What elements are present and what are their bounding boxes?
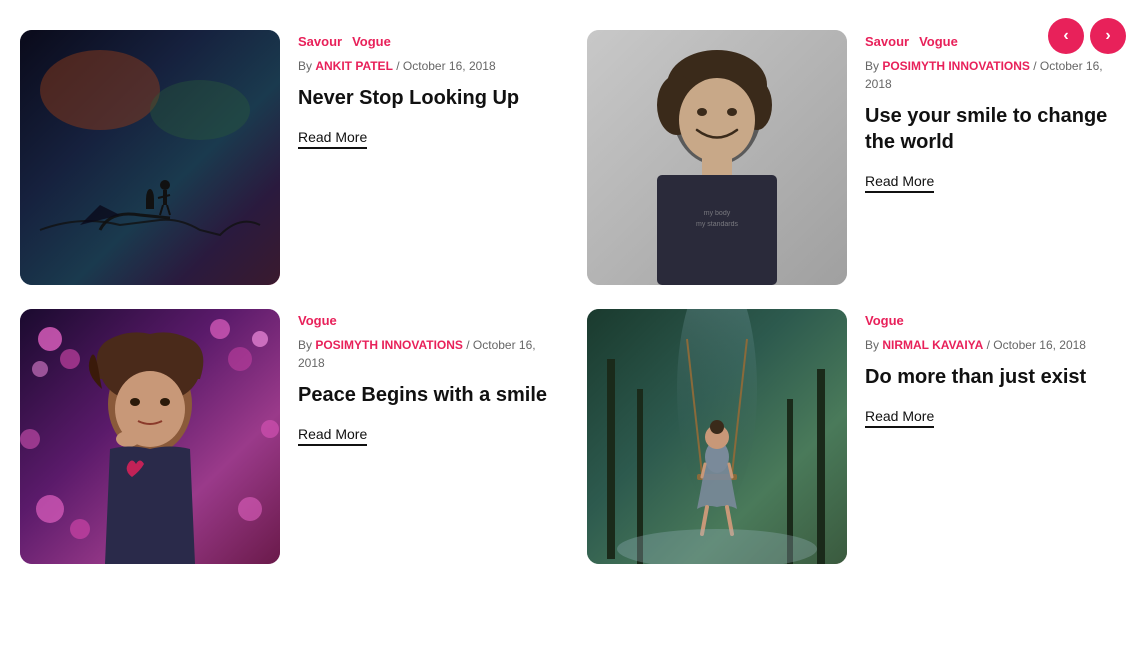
card-4-image-placeholder xyxy=(587,309,847,564)
svg-text:my standards: my standards xyxy=(696,221,739,228)
card-3-tags: Vogue xyxy=(298,313,547,328)
card-4-author: NIRMAL KAVAIYA xyxy=(882,338,983,352)
nav-buttons: ‹ › xyxy=(1048,18,1126,54)
card-2-tag-1[interactable]: Savour xyxy=(865,34,909,49)
card-2-read-more[interactable]: Read More xyxy=(865,173,934,193)
card-3-meta: By POSIMYTH INNOVATIONS / October 16, 20… xyxy=(298,336,547,372)
card-2-content: Savour Vogue By POSIMYTH INNOVATIONS / O… xyxy=(865,30,1114,193)
page-wrapper: ‹ › xyxy=(0,0,1144,661)
card-2-title: Use your smile to change the world xyxy=(865,103,1114,155)
card-3-image-placeholder xyxy=(20,309,280,564)
card-3-read-more[interactable]: Read More xyxy=(298,426,367,446)
card-3-author: POSIMYTH INNOVATIONS xyxy=(315,338,463,352)
card-3-title: Peace Begins with a smile xyxy=(298,382,547,408)
card-3-image xyxy=(20,309,280,564)
card-4-title: Do more than just exist xyxy=(865,364,1114,390)
card-4-content: Vogue By NIRMAL KAVAIYA / October 16, 20… xyxy=(865,309,1114,428)
card-1-tag-2[interactable]: Vogue xyxy=(352,34,391,49)
cards-grid: Savour Vogue By ANKIT PATEL / October 16… xyxy=(20,30,1114,564)
prev-button[interactable]: ‹ xyxy=(1048,18,1084,54)
card-4-tags: Vogue xyxy=(865,313,1114,328)
card-2-tag-2[interactable]: Vogue xyxy=(919,34,958,49)
svg-text:my body: my body xyxy=(704,210,731,217)
card-2: my body my standards Savour Vogue By POS… xyxy=(587,30,1114,285)
card-4-tag-1[interactable]: Vogue xyxy=(865,313,904,328)
card-1-tags: Savour Vogue xyxy=(298,34,547,49)
card-2-image: my body my standards xyxy=(587,30,847,285)
next-button[interactable]: › xyxy=(1090,18,1126,54)
card-4-meta: By NIRMAL KAVAIYA / October 16, 2018 xyxy=(865,336,1114,354)
card-4: Vogue By NIRMAL KAVAIYA / October 16, 20… xyxy=(587,309,1114,564)
card-1-image xyxy=(20,30,280,285)
card-4-image xyxy=(587,309,847,564)
card-3-tag-1[interactable]: Vogue xyxy=(298,313,337,328)
card-1-meta: By ANKIT PATEL / October 16, 2018 xyxy=(298,57,547,75)
card-1-content: Savour Vogue By ANKIT PATEL / October 16… xyxy=(298,30,547,149)
card-2-author: POSIMYTH INNOVATIONS xyxy=(882,59,1030,73)
card-1-title: Never Stop Looking Up xyxy=(298,85,547,111)
card-1: Savour Vogue By ANKIT PATEL / October 16… xyxy=(20,30,547,285)
card-1-tag-1[interactable]: Savour xyxy=(298,34,342,49)
card-3: Vogue By POSIMYTH INNOVATIONS / October … xyxy=(20,309,547,564)
card-3-content: Vogue By POSIMYTH INNOVATIONS / October … xyxy=(298,309,547,446)
card-4-read-more[interactable]: Read More xyxy=(865,408,934,428)
card-1-read-more[interactable]: Read More xyxy=(298,129,367,149)
card-2-meta: By POSIMYTH INNOVATIONS / October 16, 20… xyxy=(865,57,1114,93)
card-2-image-placeholder: my body my standards xyxy=(587,30,847,285)
card-1-image-placeholder xyxy=(20,30,280,285)
card-1-author: ANKIT PATEL xyxy=(315,59,393,73)
